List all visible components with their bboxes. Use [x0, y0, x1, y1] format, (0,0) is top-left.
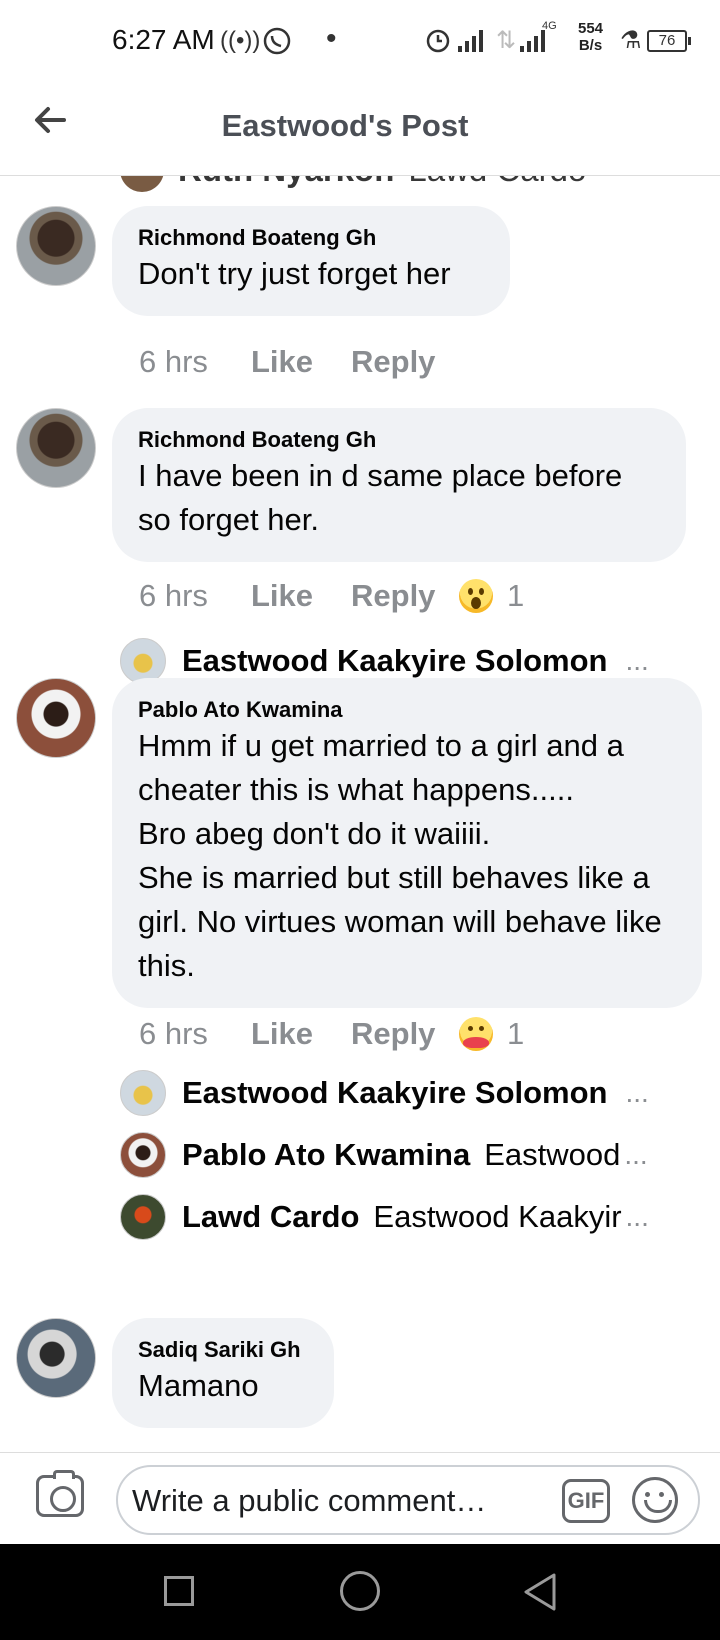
comment-author[interactable]: Richmond Boateng Gh: [138, 426, 660, 454]
reply-snippet: Lawd Cardo: [408, 176, 586, 189]
reply-snippet: Eastwood: [484, 1137, 621, 1172]
comment-author[interactable]: Sadiq Sariki Gh: [138, 1336, 308, 1364]
reply-ellipsis: ...: [624, 1139, 648, 1170]
reply-ellipsis: ...: [625, 645, 649, 676]
comment-input[interactable]: Write a public comment… GIF: [116, 1465, 700, 1535]
home-button[interactable]: [340, 1571, 380, 1611]
reply-author[interactable]: Eastwood Kaakyire Solomon: [182, 1075, 608, 1111]
comment-text: Don't try just forget her: [138, 256, 451, 291]
avatar[interactable]: [120, 1070, 166, 1116]
emoji-smiley-icon[interactable]: [632, 1477, 678, 1523]
comment-actions: 6 hrs Like Reply: [139, 340, 459, 384]
avatar[interactable]: [120, 1194, 166, 1240]
signal-sim2-icon: [520, 30, 545, 52]
reply-button[interactable]: Reply: [351, 578, 459, 614]
comment-text: Mamano: [138, 1368, 259, 1403]
page-title: Eastwood's Post: [221, 108, 469, 143]
reply-ellipsis: ...: [625, 1077, 649, 1108]
comment-author[interactable]: Pablo Ato Kwamina: [138, 696, 676, 724]
comment-author[interactable]: Richmond Boateng Gh: [138, 224, 484, 252]
like-button[interactable]: Like: [251, 1016, 351, 1052]
post-header: Eastwood's Post: [0, 80, 720, 176]
network-speed: 554 B/s: [578, 20, 604, 54]
reply-ellipsis: ...: [625, 1201, 649, 1232]
avatar[interactable]: [16, 408, 96, 488]
system-nav-bar: [0, 1544, 720, 1640]
comment-bubble[interactable]: Richmond Boateng Gh I have been in d sam…: [112, 408, 686, 562]
comment-bubble[interactable]: Sadiq Sariki Gh Mamano: [112, 1318, 334, 1428]
data-arrows-icon: ⇅: [496, 27, 517, 54]
reply-preview[interactable]: Lawd Cardo Eastwood Kaakyir ...: [120, 1192, 680, 1242]
reply-author[interactable]: Eastwood Kaakyire Solomon: [182, 643, 608, 679]
reply-preview[interactable]: Eastwood Kaakyire Solomon ...: [120, 1068, 680, 1118]
reaction-count: 1: [507, 578, 525, 613]
gif-button[interactable]: GIF: [562, 1479, 610, 1523]
comment-time[interactable]: 6 hrs: [139, 578, 251, 614]
comment-text: Hmm if u get married to a girl and a che…: [138, 728, 662, 983]
wow-reaction-icon: [459, 579, 493, 613]
care-reaction-icon: [459, 1017, 493, 1051]
recent-apps-button[interactable]: [164, 1576, 194, 1606]
reply-button[interactable]: Reply: [351, 344, 459, 380]
reaction-count: 1: [507, 1016, 525, 1051]
alarm-icon: [424, 26, 452, 62]
like-button[interactable]: Like: [251, 344, 351, 380]
battery-icon: 76: [647, 30, 691, 52]
reply-snippet: Eastwood Kaakyir: [373, 1199, 622, 1234]
status-bar: 6:27 AM ((•)) • ⇅ 4G 554 B/s ⚗ 76: [0, 0, 720, 80]
reaction-summary[interactable]: 1: [459, 578, 524, 614]
comment-time[interactable]: 6 hrs: [139, 1016, 251, 1052]
reply-author[interactable]: Ruth Nyarkoh: [178, 176, 394, 189]
flask-icon: ⚗: [620, 27, 642, 54]
triangle-back-icon: [524, 1573, 556, 1611]
avatar[interactable]: [16, 206, 96, 286]
avatar[interactable]: [120, 1132, 166, 1178]
notification-dot-icon: •: [326, 22, 337, 55]
reply-preview[interactable]: Pablo Ato Kwamina Eastwood ...: [120, 1130, 680, 1180]
reaction-summary[interactable]: 1: [459, 1016, 524, 1052]
like-button[interactable]: Like: [251, 578, 351, 614]
comment-bubble[interactable]: Pablo Ato Kwamina Hmm if u get married t…: [112, 678, 702, 1008]
reply-author[interactable]: Lawd Cardo: [182, 1199, 359, 1235]
comment-actions: 6 hrs Like Reply 1: [139, 574, 524, 618]
avatar[interactable]: [16, 1318, 96, 1398]
comment-time[interactable]: 6 hrs: [139, 344, 251, 380]
comment-placeholder: Write a public comment…: [132, 1483, 487, 1518]
comment-composer: Write a public comment… GIF: [0, 1452, 720, 1544]
comment-text: I have been in d same place before so fo…: [138, 458, 623, 537]
comment-actions: 6 hrs Like Reply 1: [139, 1012, 524, 1056]
avatar[interactable]: [16, 678, 96, 758]
reply-preview-partial[interactable]: Ruth Nyarkoh Lawd Cardo: [120, 176, 586, 192]
status-time: 6:27 AM: [112, 24, 215, 55]
camera-icon[interactable]: [36, 1470, 84, 1517]
reply-author[interactable]: Pablo Ato Kwamina: [182, 1137, 470, 1173]
comments-feed[interactable]: Ruth Nyarkoh Lawd Cardo Richmond Boateng…: [0, 176, 720, 1452]
reply-button[interactable]: Reply: [351, 1016, 459, 1052]
signal-sim1-icon: [458, 30, 483, 52]
avatar[interactable]: [120, 176, 164, 192]
whatsapp-icon: [262, 26, 292, 64]
hotspot-icon: ((•)): [220, 27, 261, 54]
comment-bubble[interactable]: Richmond Boateng Gh Don't try just forge…: [112, 206, 510, 316]
